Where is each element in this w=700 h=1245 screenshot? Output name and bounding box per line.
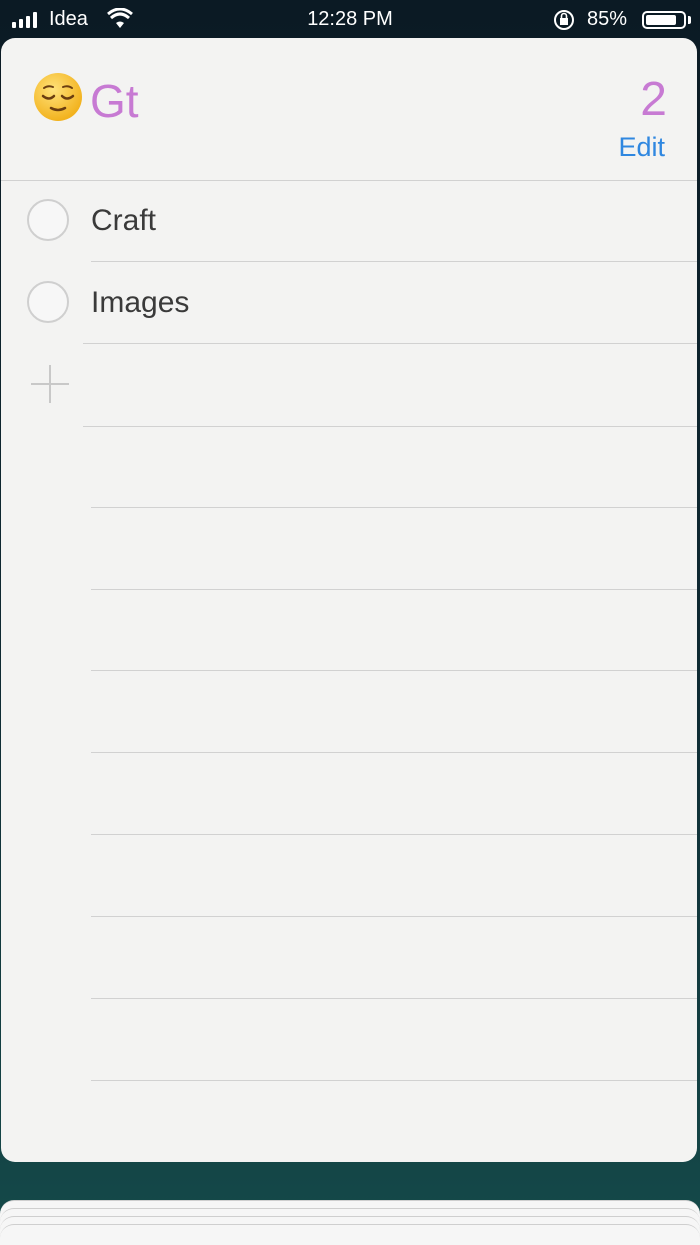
row-divider (83, 426, 697, 427)
row-divider (83, 343, 697, 344)
ruled-line (91, 507, 697, 508)
list-item[interactable]: Craft (1, 180, 697, 260)
battery-icon (642, 11, 686, 29)
list-title[interactable]: Gt (90, 74, 139, 128)
ruled-line (91, 916, 697, 917)
list-item-label[interactable]: Images (91, 286, 189, 320)
item-count: 2 (640, 73, 667, 126)
ruled-line (91, 1080, 697, 1081)
ruled-line (91, 670, 697, 671)
add-item-plus-icon[interactable] (31, 365, 69, 403)
battery-tip (688, 16, 691, 24)
orientation-lock-icon (554, 10, 574, 30)
ruled-line (91, 998, 697, 999)
edit-button[interactable]: Edit (618, 132, 665, 163)
battery-percentage: 85% (587, 8, 628, 30)
collapsed-list-stack[interactable] (0, 1224, 700, 1245)
list-item-label[interactable]: Craft (91, 204, 156, 238)
completion-checkbox[interactable] (27, 199, 69, 241)
completion-checkbox[interactable] (27, 281, 69, 323)
reminders-list-card: Gt 2 Edit Craft Images (1, 38, 697, 1162)
list-item[interactable]: Images (1, 261, 697, 341)
ruled-line (91, 589, 697, 590)
relieved-face-emoji (34, 73, 82, 121)
status-bar: Idea 12:28 PM 85% (0, 0, 700, 40)
ruled-line (91, 834, 697, 835)
ruled-line (91, 752, 697, 753)
